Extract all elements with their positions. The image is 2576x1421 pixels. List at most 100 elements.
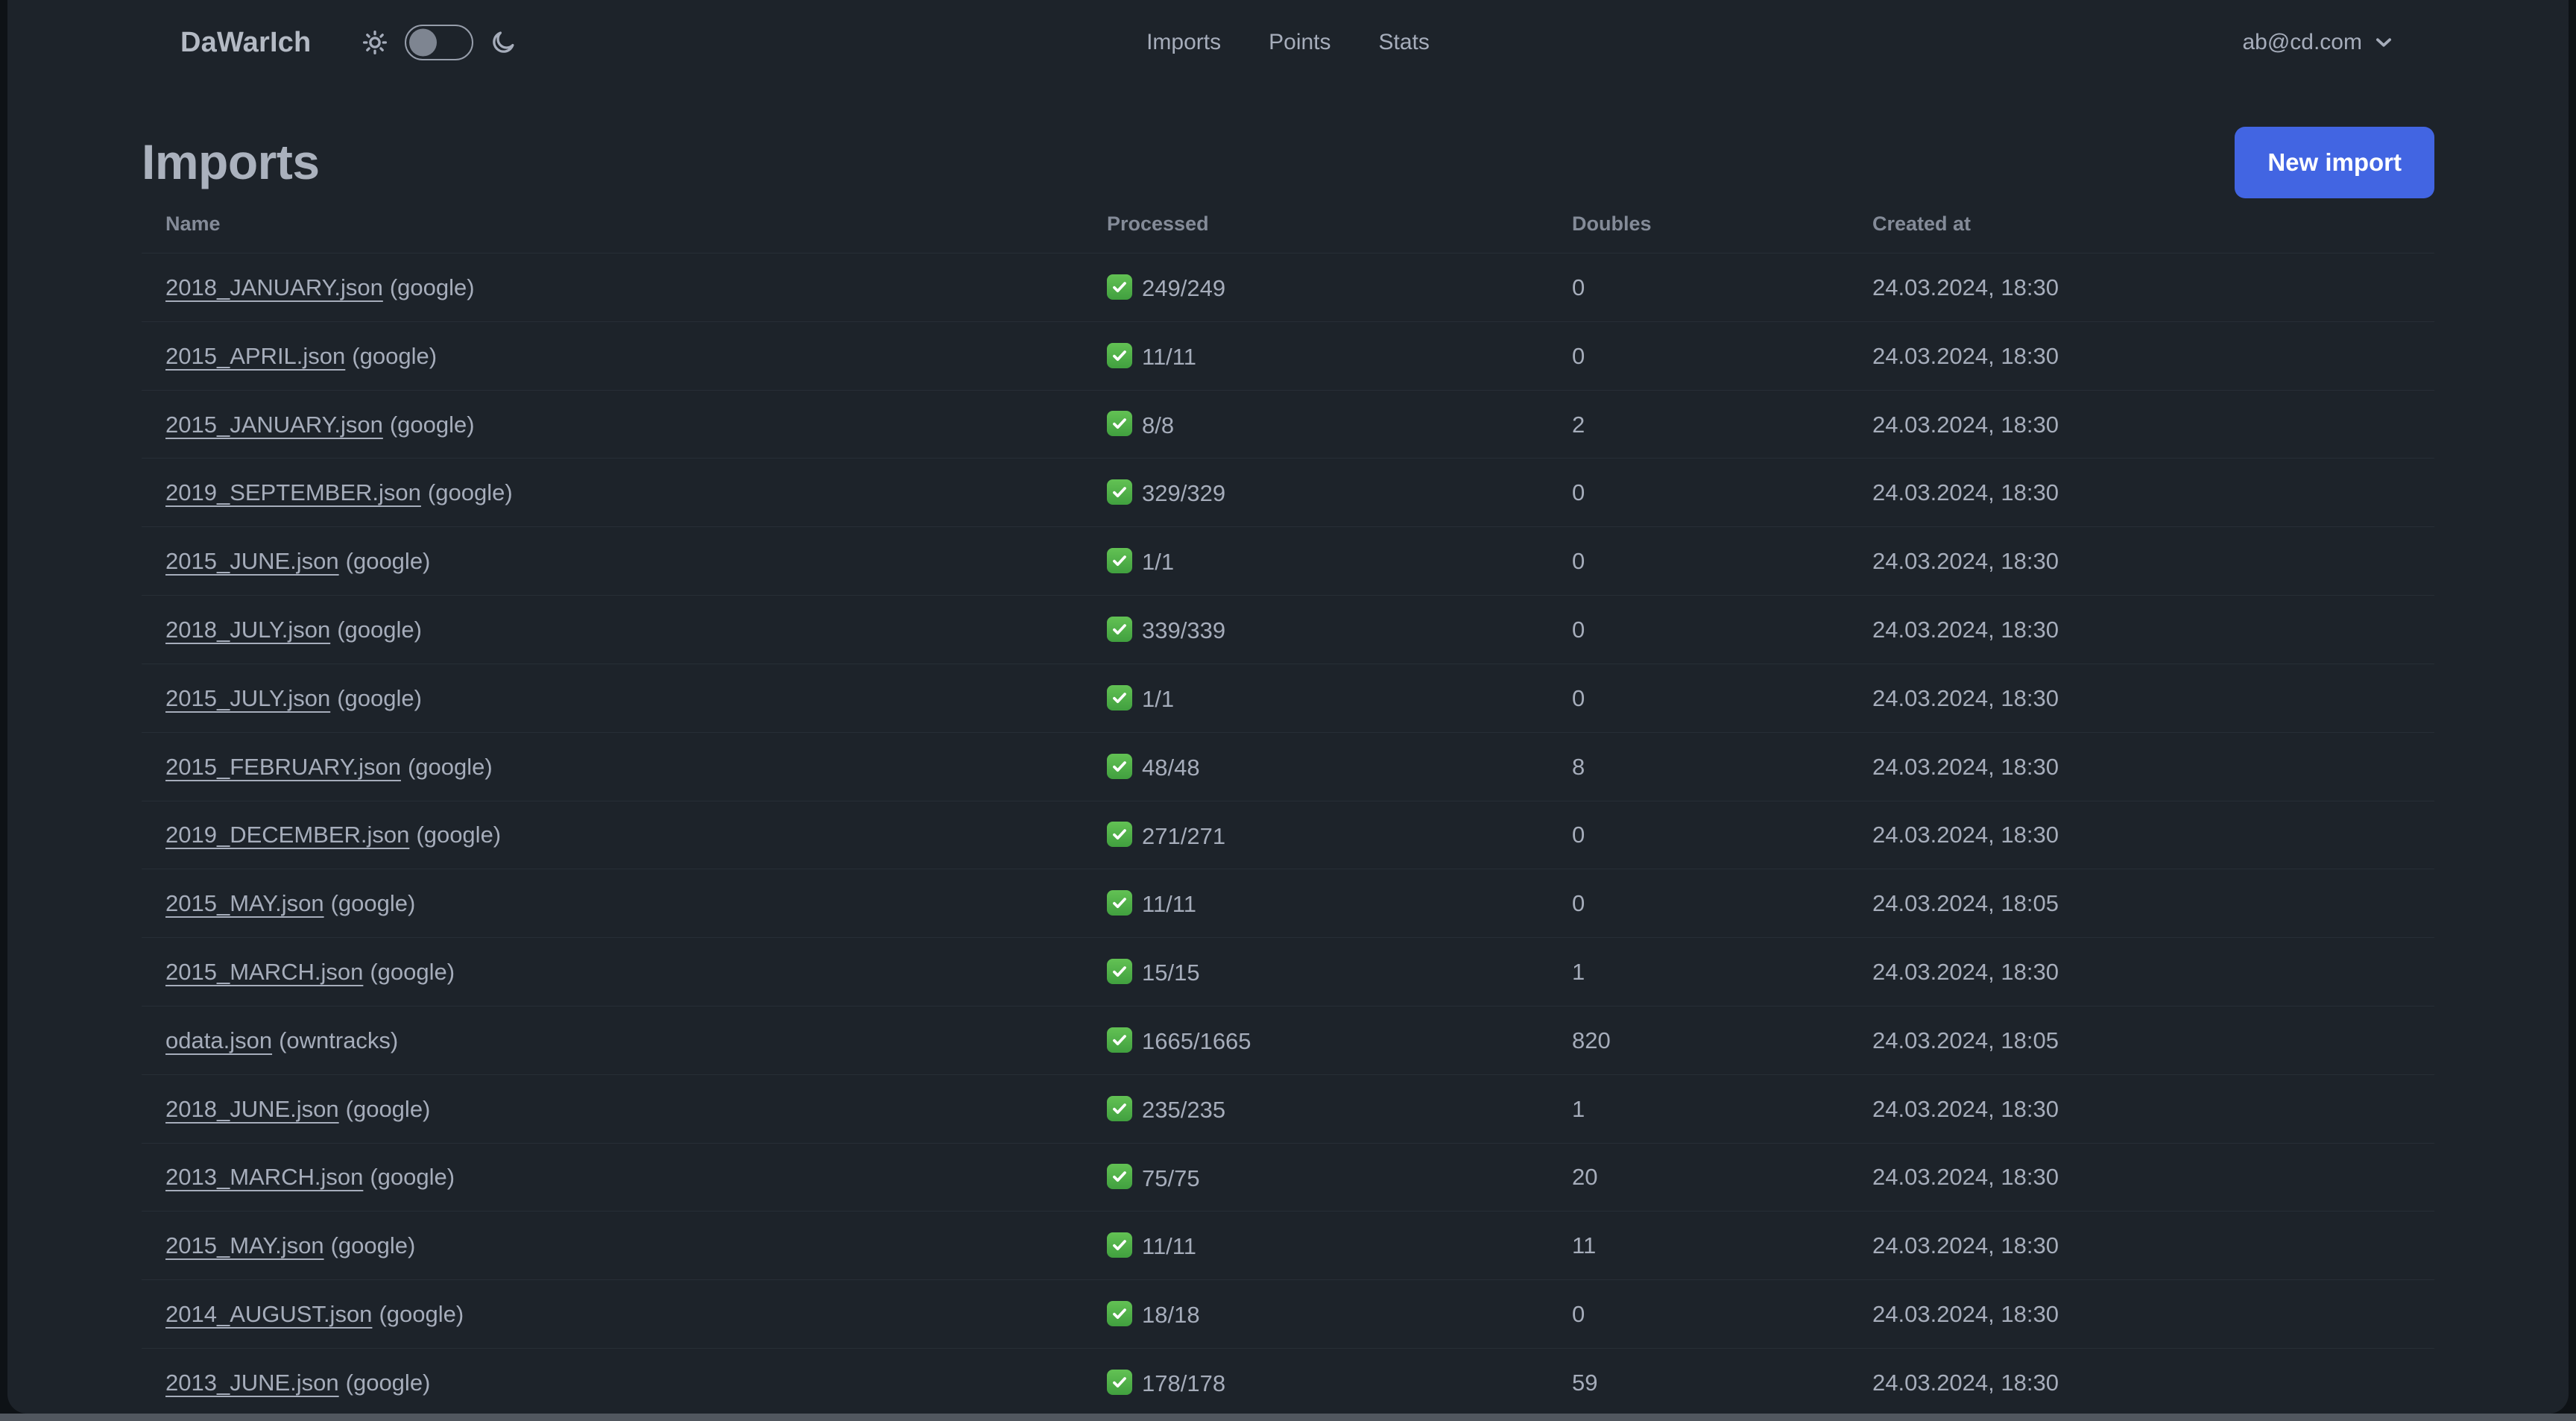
page-title: Imports [142, 134, 320, 190]
name-cell: odata.json (owntracks) [142, 1006, 1083, 1075]
import-source: (google) [370, 959, 455, 986]
processed-cell: 339/339 [1083, 595, 1548, 664]
import-file-link[interactable]: 2015_MARCH.json [165, 959, 363, 985]
doubles-cell: 0 [1548, 458, 1849, 528]
import-file-link[interactable]: 2018_JUNE.json [165, 1096, 339, 1122]
nav-link[interactable]: Points [1269, 30, 1330, 55]
check-icon [1107, 548, 1132, 574]
name-cell: 2015_FEBRUARY.json (google) [142, 732, 1083, 801]
import-file-link[interactable]: 2015_JUNE.json [165, 548, 339, 574]
import-source: (google) [416, 822, 502, 848]
app-logo[interactable]: DaWarIch [180, 27, 311, 59]
theme-switch[interactable] [405, 25, 474, 60]
imports-table: Name Processed Doubles Created at 2018_J… [142, 201, 2434, 1414]
created-at-cell: 24.03.2024, 18:30 [1849, 1279, 2434, 1349]
window-bottom-edge [0, 1414, 2576, 1421]
nav-link[interactable]: Stats [1379, 30, 1430, 55]
processed-cell: 11/11 [1083, 869, 1548, 939]
doubles-cell: 0 [1548, 1279, 1849, 1349]
import-file-link[interactable]: 2015_JANUARY.json [165, 412, 383, 438]
doubles-cell: 0 [1548, 321, 1849, 391]
import-file-link[interactable]: 2015_JULY.json [165, 685, 330, 711]
processed-count: 178/178 [1142, 1370, 1226, 1396]
table-row: odata.json (owntracks) 1665/1665 820 24.0… [142, 1006, 2434, 1075]
processed-count: 271/271 [1142, 822, 1226, 849]
import-file-link[interactable]: 2015_FEBRUARY.json [165, 754, 401, 780]
sun-icon [362, 29, 388, 56]
created-at-cell: 24.03.2024, 18:30 [1849, 664, 2434, 733]
table-row: 2018_JULY.json (google) 339/339 0 24.03.2… [142, 595, 2434, 664]
import-file-link[interactable]: 2015_APRIL.json [165, 343, 345, 369]
processed-cell: 8/8 [1083, 390, 1548, 459]
processed-cell: 18/18 [1083, 1279, 1548, 1349]
import-file-link[interactable]: 2018_JANUARY.json [165, 274, 383, 300]
processed-count: 11/11 [1142, 343, 1196, 370]
import-file-link[interactable]: 2014_AUGUST.json [165, 1301, 372, 1327]
check-icon [1107, 1369, 1132, 1395]
name-cell: 2018_JANUARY.json (google) [142, 253, 1083, 322]
check-icon [1107, 1095, 1132, 1121]
processed-cell: 271/271 [1083, 801, 1548, 870]
col-header-name: Name [142, 201, 1083, 253]
created-at-cell: 24.03.2024, 18:30 [1849, 801, 2434, 870]
import-file-link[interactable]: 2018_JULY.json [165, 617, 330, 643]
import-file-link[interactable]: 2015_MAY.json [165, 1232, 324, 1258]
check-icon [1107, 411, 1132, 437]
table-row: 2015_FEBRUARY.json (google) 48/48 8 24.03… [142, 732, 2434, 801]
name-cell: 2015_MAY.json (google) [142, 1211, 1083, 1281]
import-file-link[interactable]: 2015_MAY.json [165, 890, 324, 916]
name-cell: 2019_SEPTEMBER.json (google) [142, 458, 1083, 528]
import-file-link[interactable]: 2019_DECEMBER.json [165, 822, 409, 848]
import-file-link[interactable]: 2013_MARCH.json [165, 1164, 363, 1190]
processed-count: 48/48 [1142, 754, 1200, 781]
import-file-link[interactable]: 2019_SEPTEMBER.json [165, 479, 421, 505]
import-source: (google) [370, 1164, 455, 1191]
table-row: 2018_JUNE.json (google) 235/235 1 24.03.2… [142, 1074, 2434, 1144]
processed-cell: 1/1 [1083, 526, 1548, 596]
table-row: 2015_APRIL.json (google) 11/11 0 24.03.20… [142, 321, 2434, 391]
theme-toggle[interactable] [362, 25, 517, 60]
check-icon [1107, 890, 1132, 916]
doubles-cell: 820 [1548, 1006, 1849, 1075]
table-row: 2014_AUGUST.json (google) 18/18 0 24.03.2… [142, 1279, 2434, 1349]
app-window: DaWarIch Imports Points Stats ab@cd.com … [7, 0, 2569, 1414]
import-file-link[interactable]: odata.json [165, 1027, 272, 1053]
new-import-button[interactable]: New import [2235, 127, 2434, 198]
import-file-link[interactable]: 2013_JUNE.json [165, 1370, 339, 1396]
check-icon [1107, 684, 1132, 710]
table-row: 2015_MARCH.json (google) 15/15 1 24.03.20… [142, 937, 2434, 1006]
doubles-cell: 1 [1548, 937, 1849, 1006]
processed-count: 15/15 [1142, 959, 1200, 986]
processed-count: 11/11 [1142, 1233, 1196, 1260]
account-menu[interactable]: ab@cd.com [2242, 30, 2395, 55]
doubles-cell: 0 [1548, 595, 1849, 664]
check-icon [1107, 274, 1132, 300]
table-row: 2015_JANUARY.json (google) 8/8 2 24.03.20… [142, 390, 2434, 459]
processed-count: 11/11 [1142, 891, 1196, 918]
doubles-cell: 0 [1548, 664, 1849, 733]
import-source: (google) [337, 684, 422, 711]
table-row: 2015_JUNE.json (google) 1/1 0 24.03.2024,… [142, 526, 2434, 596]
imports-page: Imports New import Name Processed Double… [7, 127, 2569, 1414]
main-nav: Imports Points Stats [1146, 0, 1430, 85]
import-source: (google) [330, 890, 416, 917]
created-at-cell: 24.03.2024, 18:05 [1849, 869, 2434, 939]
name-cell: 2015_MARCH.json (google) [142, 937, 1083, 1006]
processed-cell: 75/75 [1083, 1143, 1548, 1212]
nav-link[interactable]: Imports [1146, 30, 1221, 55]
table-row: 2013_JUNE.json (google) 178/178 59 24.03.… [142, 1348, 2434, 1414]
processed-cell: 1/1 [1083, 664, 1548, 733]
table-row: 2015_MAY.json (google) 11/11 0 24.03.2024… [142, 869, 2434, 939]
created-at-cell: 24.03.2024, 18:05 [1849, 1006, 2434, 1075]
theme-switch-knob [409, 28, 438, 57]
created-at-cell: 24.03.2024, 18:30 [1849, 458, 2434, 528]
created-at-cell: 24.03.2024, 18:30 [1849, 1143, 2434, 1212]
processed-cell: 15/15 [1083, 937, 1548, 1006]
created-at-cell: 24.03.2024, 18:30 [1849, 732, 2434, 801]
table-row: 2018_JANUARY.json (google) 249/249 0 24.0… [142, 253, 2434, 322]
processed-cell: 1665/1665 [1083, 1006, 1548, 1075]
doubles-cell: 8 [1548, 732, 1849, 801]
processed-count: 18/18 [1142, 1302, 1200, 1328]
check-icon [1107, 479, 1132, 505]
doubles-cell: 0 [1548, 253, 1849, 322]
